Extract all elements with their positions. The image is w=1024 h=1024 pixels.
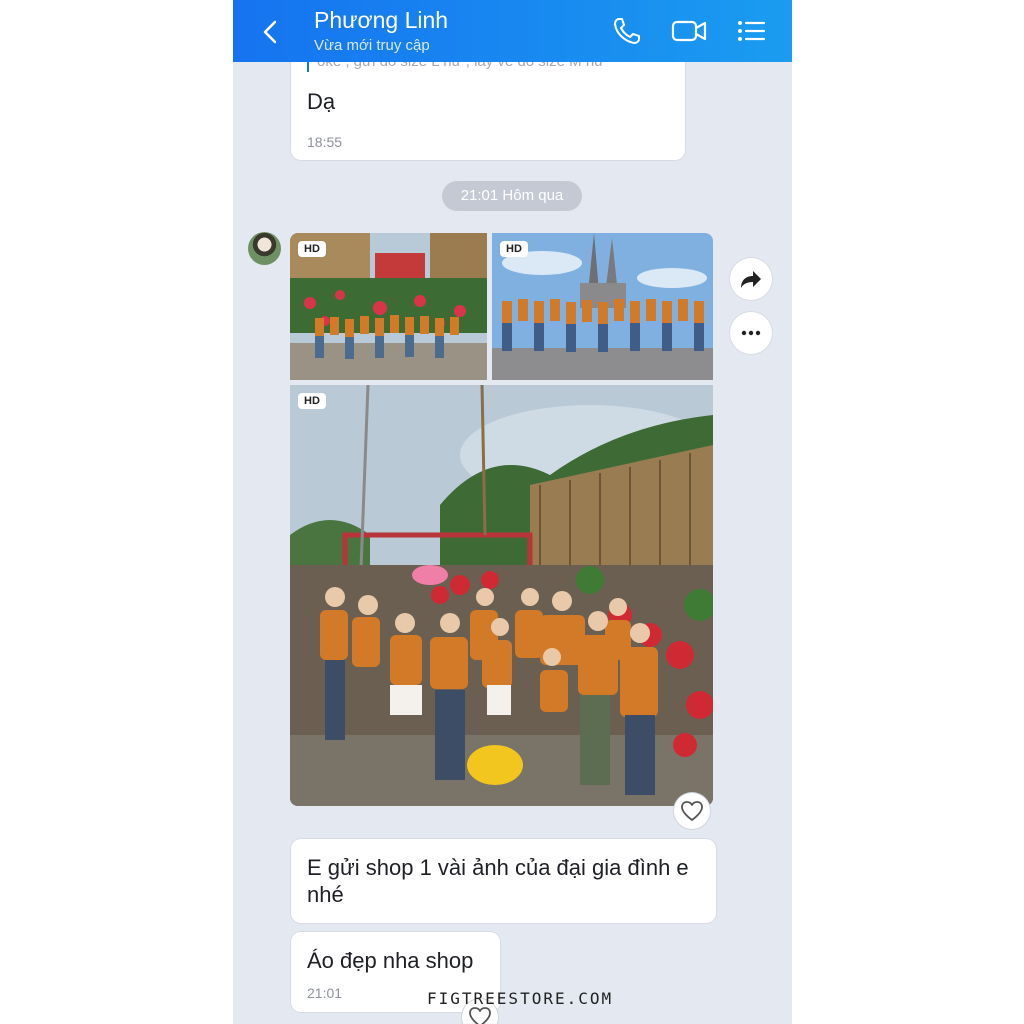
date-separator: 21:01 Hôm qua bbox=[442, 181, 582, 211]
video-call-icon[interactable] bbox=[671, 16, 707, 46]
chat-header: Phương Linh Vừa mới truy cập bbox=[233, 0, 792, 62]
contact-name[interactable]: Phương Linh bbox=[314, 7, 448, 34]
message-time: 18:55 bbox=[307, 134, 343, 150]
avatar[interactable] bbox=[248, 232, 281, 265]
phone-icon[interactable] bbox=[612, 16, 642, 46]
watermark: FIGTREESTORE.COM bbox=[427, 989, 614, 1008]
chat-screen: Phương Linh Vừa mới truy cập oke , gửi đ… bbox=[233, 0, 792, 1024]
back-icon[interactable] bbox=[257, 18, 283, 46]
photo-family-group[interactable]: HD bbox=[290, 385, 713, 806]
photo-thumbnail-monument[interactable]: HD bbox=[492, 233, 713, 380]
share-icon bbox=[741, 271, 761, 288]
message-bubble[interactable]: E gửi shop 1 vài ảnh của đại gia đình e … bbox=[291, 839, 716, 923]
more-button[interactable] bbox=[730, 312, 772, 354]
heart-icon bbox=[681, 801, 703, 821]
contact-status: Vừa mới truy cập bbox=[314, 37, 430, 54]
quote-bar bbox=[307, 62, 309, 72]
hd-badge: HD bbox=[500, 241, 528, 257]
share-button[interactable] bbox=[730, 258, 772, 300]
hd-badge: HD bbox=[298, 393, 326, 409]
menu-list-icon[interactable] bbox=[736, 16, 766, 46]
message-text: Áo đẹp nha shop bbox=[307, 948, 474, 973]
message-text: E gửi shop 1 vài ảnh của đại gia đình e … bbox=[307, 855, 689, 907]
more-icon bbox=[741, 330, 761, 336]
react-button[interactable] bbox=[674, 793, 710, 829]
hd-badge: HD bbox=[298, 241, 326, 257]
message-text: Dạ bbox=[307, 89, 336, 114]
photo-thumbnail-garden[interactable]: HD bbox=[290, 233, 487, 380]
message-time: 21:01 bbox=[307, 985, 343, 1001]
